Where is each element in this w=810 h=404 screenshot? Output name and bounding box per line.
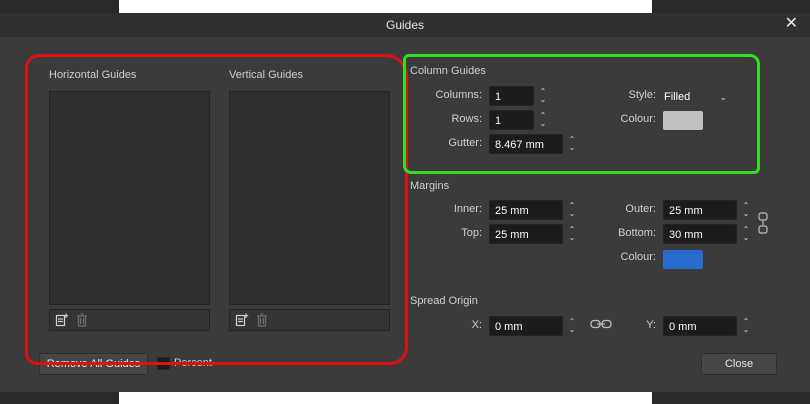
canvas-top [119, 0, 652, 13]
chevron-down-icon: ⌄ [719, 92, 727, 102]
style-label: Style: [628, 89, 656, 101]
top-label: Top: [461, 227, 482, 239]
y-field[interactable]: 0 mm [663, 316, 737, 336]
bottom-label: Bottom: [618, 227, 656, 239]
dialog-title: Guides [385, 18, 425, 32]
top-field[interactable]: 25 mm [489, 224, 563, 244]
vertical-guides-toolbar [229, 309, 390, 331]
columns-label: Columns: [435, 89, 482, 101]
vertical-guides-label: Vertical Guides [229, 69, 303, 81]
margin-colour-label: Colour: [620, 251, 656, 263]
column-guides-label: Column Guides [410, 65, 486, 77]
spinner-icon[interactable]: ⌃ ⌄ [740, 224, 752, 244]
inner-label: Inner: [453, 203, 482, 215]
horizontal-guides-toolbar [49, 309, 210, 331]
percent-checkbox[interactable] [157, 357, 170, 370]
close-icon[interactable]: ✕ [785, 15, 798, 33]
x-label: X: [471, 319, 482, 331]
spinner-icon[interactable]: ⌃ ⌄ [537, 86, 549, 106]
spinner-icon[interactable]: ⌃ ⌄ [566, 200, 578, 220]
outer-field[interactable]: 25 mm [663, 200, 737, 220]
canvas-bottom [119, 392, 652, 404]
add-guide-icon[interactable] [54, 312, 70, 328]
spinner-icon[interactable]: ⌃ ⌄ [537, 110, 549, 130]
delete-guide-icon[interactable] [74, 312, 90, 328]
outer-label: Outer: [625, 203, 656, 215]
margin-colour-swatch[interactable] [663, 250, 703, 269]
close-button[interactable]: Close [701, 353, 777, 375]
vertical-guides-list[interactable] [229, 91, 390, 305]
horizontal-guides-list[interactable] [49, 91, 210, 305]
link-margins-icon[interactable] [757, 212, 769, 237]
spinner-icon[interactable]: ⌃ ⌄ [566, 224, 578, 244]
gutter-label: Gutter: [448, 137, 482, 149]
y-label: Y: [646, 319, 656, 331]
percent-label: Percent [174, 357, 212, 369]
columns-field[interactable]: 1 [489, 86, 534, 106]
horizontal-guides-label: Horizontal Guides [49, 69, 137, 81]
guides-dialog: Guides ✕ Horizontal Guides Vertical Guid… [0, 13, 810, 392]
style-value: Filled [664, 91, 691, 103]
margins-label: Margins [410, 180, 450, 192]
x-field[interactable]: 0 mm [489, 316, 563, 336]
spinner-icon[interactable]: ⌃ ⌄ [566, 316, 578, 336]
title-bar: Guides ✕ [0, 13, 810, 37]
bottom-field[interactable]: 30 mm [663, 224, 737, 244]
spinner-icon[interactable]: ⌃ ⌄ [566, 134, 578, 154]
spinner-icon[interactable]: ⌃ ⌄ [740, 316, 752, 336]
delete-guide-icon[interactable] [254, 312, 270, 328]
spread-origin-label: Spread Origin [410, 295, 478, 307]
rows-field[interactable]: 1 [489, 110, 534, 130]
spinner-icon[interactable]: ⌃ ⌄ [740, 200, 752, 220]
rows-label: Rows: [451, 113, 482, 125]
column-colour-label: Colour: [620, 113, 656, 125]
add-guide-icon[interactable] [234, 312, 250, 328]
remove-all-guides-button[interactable]: Remove All Guides [39, 353, 148, 375]
style-dropdown[interactable]: Filled ⌄ [658, 86, 734, 106]
gutter-field[interactable]: 8.467 mm [489, 134, 563, 154]
column-colour-swatch[interactable] [663, 111, 703, 130]
inner-field[interactable]: 25 mm [489, 200, 563, 220]
